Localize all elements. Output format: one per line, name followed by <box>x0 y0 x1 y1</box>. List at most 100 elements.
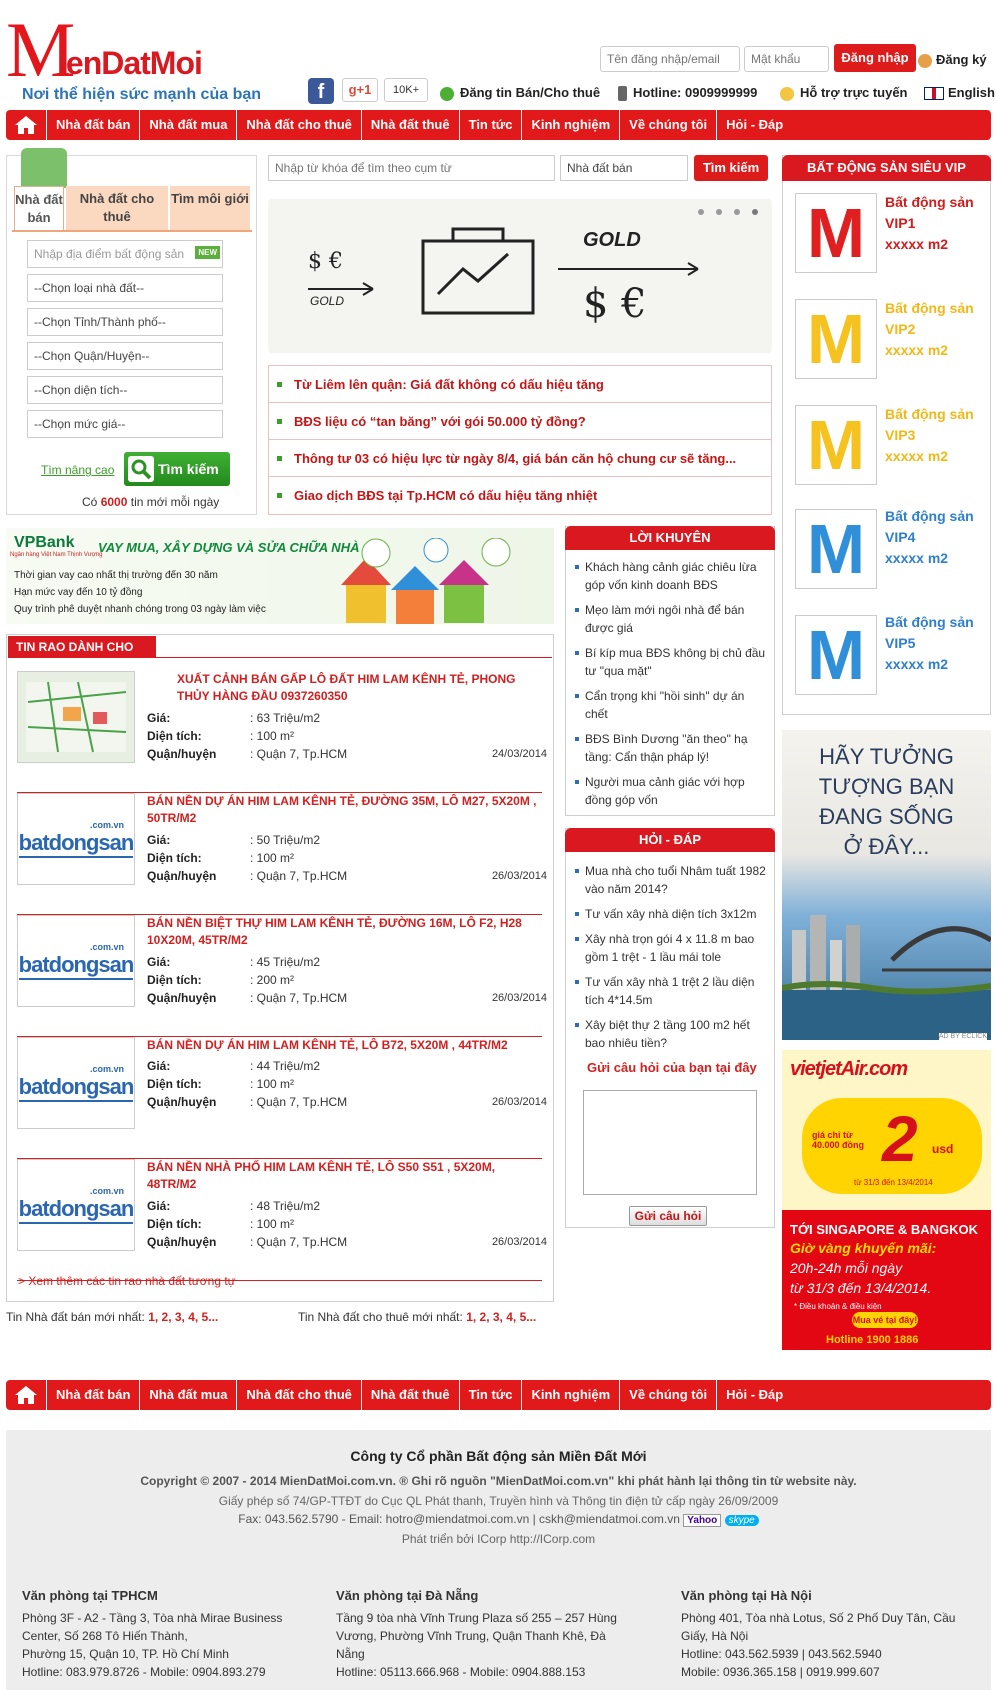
district-value[interactable]: : Quận 7, Tp.HCM <box>250 869 347 883</box>
qa-item[interactable]: Xây biệt thự 2 tầng 100 m2 hết bao nhiêu… <box>575 1016 767 1052</box>
nav-kinh-nghiem[interactable]: Kinh nghiệm <box>521 110 619 140</box>
search-button[interactable]: Tìm kiếm <box>124 452 230 486</box>
vip-thumbnail[interactable]: M <box>795 509 877 589</box>
yahoo-icon[interactable]: Yahoo <box>683 1514 722 1527</box>
login-button[interactable]: Đăng nhập <box>834 44 916 72</box>
password-input[interactable] <box>744 46 829 72</box>
home-link[interactable] <box>6 110 46 140</box>
listing-item[interactable]: .com.vn batdongsan BÁN NỀN NHÀ PHỐ HIM LA… <box>17 1159 547 1281</box>
advice-item[interactable]: Bí kíp mua BĐS không bị chủ đầu tư "qua … <box>575 644 767 680</box>
district-value[interactable]: : Quận 7, Tp.HCM <box>250 991 347 1005</box>
vip-item-text[interactable]: Bất động sản VIP3 xxxxx m2 <box>885 404 974 467</box>
listing-item[interactable]: .com.vn batdongsan BÁN NỀN BIỆT THỰ HIM L… <box>17 915 547 1037</box>
qa-item[interactable]: Tư vấn xây nhà diện tích 3x12m <box>575 905 767 923</box>
nav-ve-chung-toi[interactable]: Về chúng tôi <box>619 1380 716 1410</box>
post-listing-link[interactable]: Đăng tin Bán/Cho thuê <box>440 85 600 101</box>
nav-tin-tuc[interactable]: Tin tức <box>458 110 522 140</box>
question-textarea[interactable] <box>583 1090 757 1195</box>
vpbank-banner[interactable]: VPBank Ngân hàng Việt Nam Thịnh Vượng VA… <box>6 528 554 624</box>
news-item[interactable]: BĐS liệu có “tan băng” với gói 50.000 tỷ… <box>269 403 771 440</box>
listing-thumbnail-logo[interactable]: .com.vn batdongsan <box>17 915 135 1007</box>
nav-hoi-dap[interactable]: Hỏi - Đáp <box>716 110 792 140</box>
nav-nha-dat-thue[interactable]: Nhà đất thuê <box>360 1380 459 1410</box>
nav-nha-dat-cho-thue[interactable]: Nhà đất cho thuê <box>236 110 360 140</box>
listing-thumbnail-map[interactable] <box>17 671 135 763</box>
facebook-icon[interactable]: f <box>308 78 334 104</box>
nav-kinh-nghiem[interactable]: Kinh nghiệm <box>521 1380 619 1410</box>
listing-item[interactable]: .com.vn batdongsan BÁN NỀN DỰ ÁN HIM LAM … <box>17 793 547 915</box>
vip-thumbnail[interactable]: M <box>795 193 877 273</box>
home-link[interactable] <box>6 1380 46 1410</box>
tab-broker[interactable]: Tìm môi giới <box>170 186 250 230</box>
nav-ve-chung-toi[interactable]: Về chúng tôi <box>619 110 716 140</box>
news-item[interactable]: Giao dịch BĐS tại Tp.HCM có dấu hiệu tăn… <box>269 477 771 514</box>
nav-nha-dat-cho-thue[interactable]: Nhà đất cho thuê <box>236 1380 360 1410</box>
sydney-ad-banner[interactable]: HÃY TƯỞNG TƯỢNG BẠN ĐANG SỐNG Ở ĐÂY... A… <box>782 730 991 1040</box>
nav-nha-dat-mua[interactable]: Nhà đất mua <box>139 110 236 140</box>
vietjet-ad-banner[interactable]: vietjetAir.com giá chỉ từ 40.000 đồng 2 … <box>782 1050 991 1350</box>
advice-item[interactable]: Khách hàng cảnh giác chiêu lừa góp vốn k… <box>575 558 767 594</box>
news-item[interactable]: Từ Liêm lên quận: Giá đất không có dấu h… <box>269 366 771 403</box>
vip-item-text[interactable]: Bất động sản VIP5 xxxxx m2 <box>885 612 974 675</box>
listing-thumbnail-logo[interactable]: .com.vn batdongsan <box>17 1159 135 1251</box>
qa-item[interactable]: Xây nhà trọn gói 4 x 11.8 m bao gồm 1 tr… <box>575 930 767 966</box>
vip-item-text[interactable]: Bất động sản VIP1 xxxxx m2 <box>885 192 974 255</box>
nav-tin-tuc[interactable]: Tin tức <box>458 1380 522 1410</box>
rent-pager-pages[interactable]: 1, 2, 3, 4, 5... <box>466 1310 536 1324</box>
listing-title[interactable]: XUẤT CẢNH BÁN GẤP LÔ ĐẤT HIM LAM KÊNH TẺ… <box>147 671 547 705</box>
new-badge: NEW <box>195 246 220 259</box>
vip-thumbnail[interactable]: M <box>795 299 877 379</box>
site-logo[interactable]: M ienDatMoi Nơi thể hiện sức mạnh của bạ… <box>6 10 276 104</box>
sale-pager-pages[interactable]: 1, 2, 3, 4, 5... <box>148 1310 218 1324</box>
location-input[interactable]: Nhập địa điểm bất động sản NEW <box>27 240 223 268</box>
slider-image[interactable]: $ € GOLD GOLD $ € <box>268 199 772 353</box>
select-province[interactable]: --Chọn Tỉnh/Thành phố-- <box>27 308 223 336</box>
language-english[interactable]: English <box>924 85 995 101</box>
nav-hoi-dap[interactable]: Hỏi - Đáp <box>716 1380 792 1410</box>
listing-title[interactable]: BÁN NỀN DỰ ÁN HIM LAM KÊNH TẺ, LÔ B72, 5… <box>147 1037 547 1054</box>
online-support-link[interactable]: Hỗ trợ trực tuyến <box>780 85 908 101</box>
tab-sale[interactable]: Nhà đất bán <box>14 186 64 230</box>
vip-thumbnail[interactable]: M <box>795 615 877 695</box>
advice-item[interactable]: Cẩn trọng khi "hồi sinh" dự án chết <box>575 687 767 723</box>
select-district[interactable]: --Chọn Quận/Huyện-- <box>27 342 223 370</box>
tab-rent[interactable]: Nhà đất cho thuê <box>66 186 168 230</box>
submit-question-button[interactable]: Gửi câu hỏi <box>629 1206 707 1226</box>
listing-title[interactable]: BÁN NỀN BIỆT THỰ HIM LAM KÊNH TẺ, ĐƯỜNG … <box>147 915 547 949</box>
keyword-type-select[interactable]: Nhà đất bán <box>560 155 688 181</box>
nav-nha-dat-ban[interactable]: Nhà đất bán <box>46 1380 139 1410</box>
district-value[interactable]: : Quận 7, Tp.HCM <box>250 1235 347 1249</box>
listing-title[interactable]: BÁN NỀN DỰ ÁN HIM LAM KÊNH TẺ, ĐƯỜNG 35M… <box>147 793 547 827</box>
listing-item[interactable]: .com.vn batdongsan BÁN NỀN DỰ ÁN HIM LAM … <box>17 1037 547 1159</box>
keyword-input[interactable] <box>268 155 555 181</box>
advice-item[interactable]: Mẹo làm mới ngôi nhà để bán được giá <box>575 601 767 637</box>
listing-thumbnail-logo[interactable]: .com.vn batdongsan <box>17 793 135 885</box>
qa-item[interactable]: Mua nhà cho tuổi Nhâm tuất 1982 vào năm … <box>575 862 767 898</box>
listing-item[interactable]: XUẤT CẢNH BÁN GẤP LÔ ĐẤT HIM LAM KÊNH TẺ… <box>17 671 547 793</box>
select-property-type[interactable]: --Chọn loại nhà đất-- <box>27 274 223 302</box>
ad2-cta[interactable]: Mua vé tại đây! <box>852 1312 918 1328</box>
nav-nha-dat-thue[interactable]: Nhà đất thuê <box>360 110 459 140</box>
nav-nha-dat-mua[interactable]: Nhà đất mua <box>139 1380 236 1410</box>
listing-thumbnail-logo[interactable]: .com.vn batdongsan <box>17 1037 135 1129</box>
listing-title[interactable]: BÁN NỀN NHÀ PHỐ HIM LAM KÊNH TẺ, LÔ S50 … <box>147 1159 547 1193</box>
vip-item-text[interactable]: Bất động sản VIP4 xxxxx m2 <box>885 506 974 569</box>
username-input[interactable] <box>600 46 740 72</box>
google-plus-button[interactable]: g+1 <box>342 78 378 102</box>
select-area[interactable]: --Chọn diện tích-- <box>27 376 223 404</box>
advice-item[interactable]: BĐS Bình Dương "ăn theo" hạ tầng: Cẩn th… <box>575 730 767 766</box>
select-price[interactable]: --Chọn mức giá-- <box>27 410 223 438</box>
district-value[interactable]: : Quận 7, Tp.HCM <box>250 1095 347 1109</box>
qa-item[interactable]: Tư vấn xây nhà 1 trệt 2 lầu diện tích 4*… <box>575 973 767 1009</box>
news-item[interactable]: Thông tư 03 có hiệu lực từ ngày 8/4, giá… <box>269 440 771 477</box>
vip-thumbnail[interactable]: M <box>795 405 877 485</box>
register-link[interactable]: Đăng ký <box>918 52 987 68</box>
skype-icon[interactable]: skype <box>724 1515 759 1526</box>
nav-nha-dat-ban[interactable]: Nhà đất bán <box>46 110 139 140</box>
district-value[interactable]: : Quận 7, Tp.HCM <box>250 747 347 761</box>
vip-item-text[interactable]: Bất động sản VIP2 xxxxx m2 <box>885 298 974 361</box>
more-listings-link[interactable]: > Xem thêm các tin rao nhà đất tương tự <box>18 1274 236 1288</box>
advanced-search-link[interactable]: Tìm nâng cao <box>41 463 114 477</box>
advice-item[interactable]: Người mua cảnh giác với hợp đồng góp vốn <box>575 773 767 809</box>
keyword-search-button[interactable]: Tìm kiếm <box>694 155 768 181</box>
